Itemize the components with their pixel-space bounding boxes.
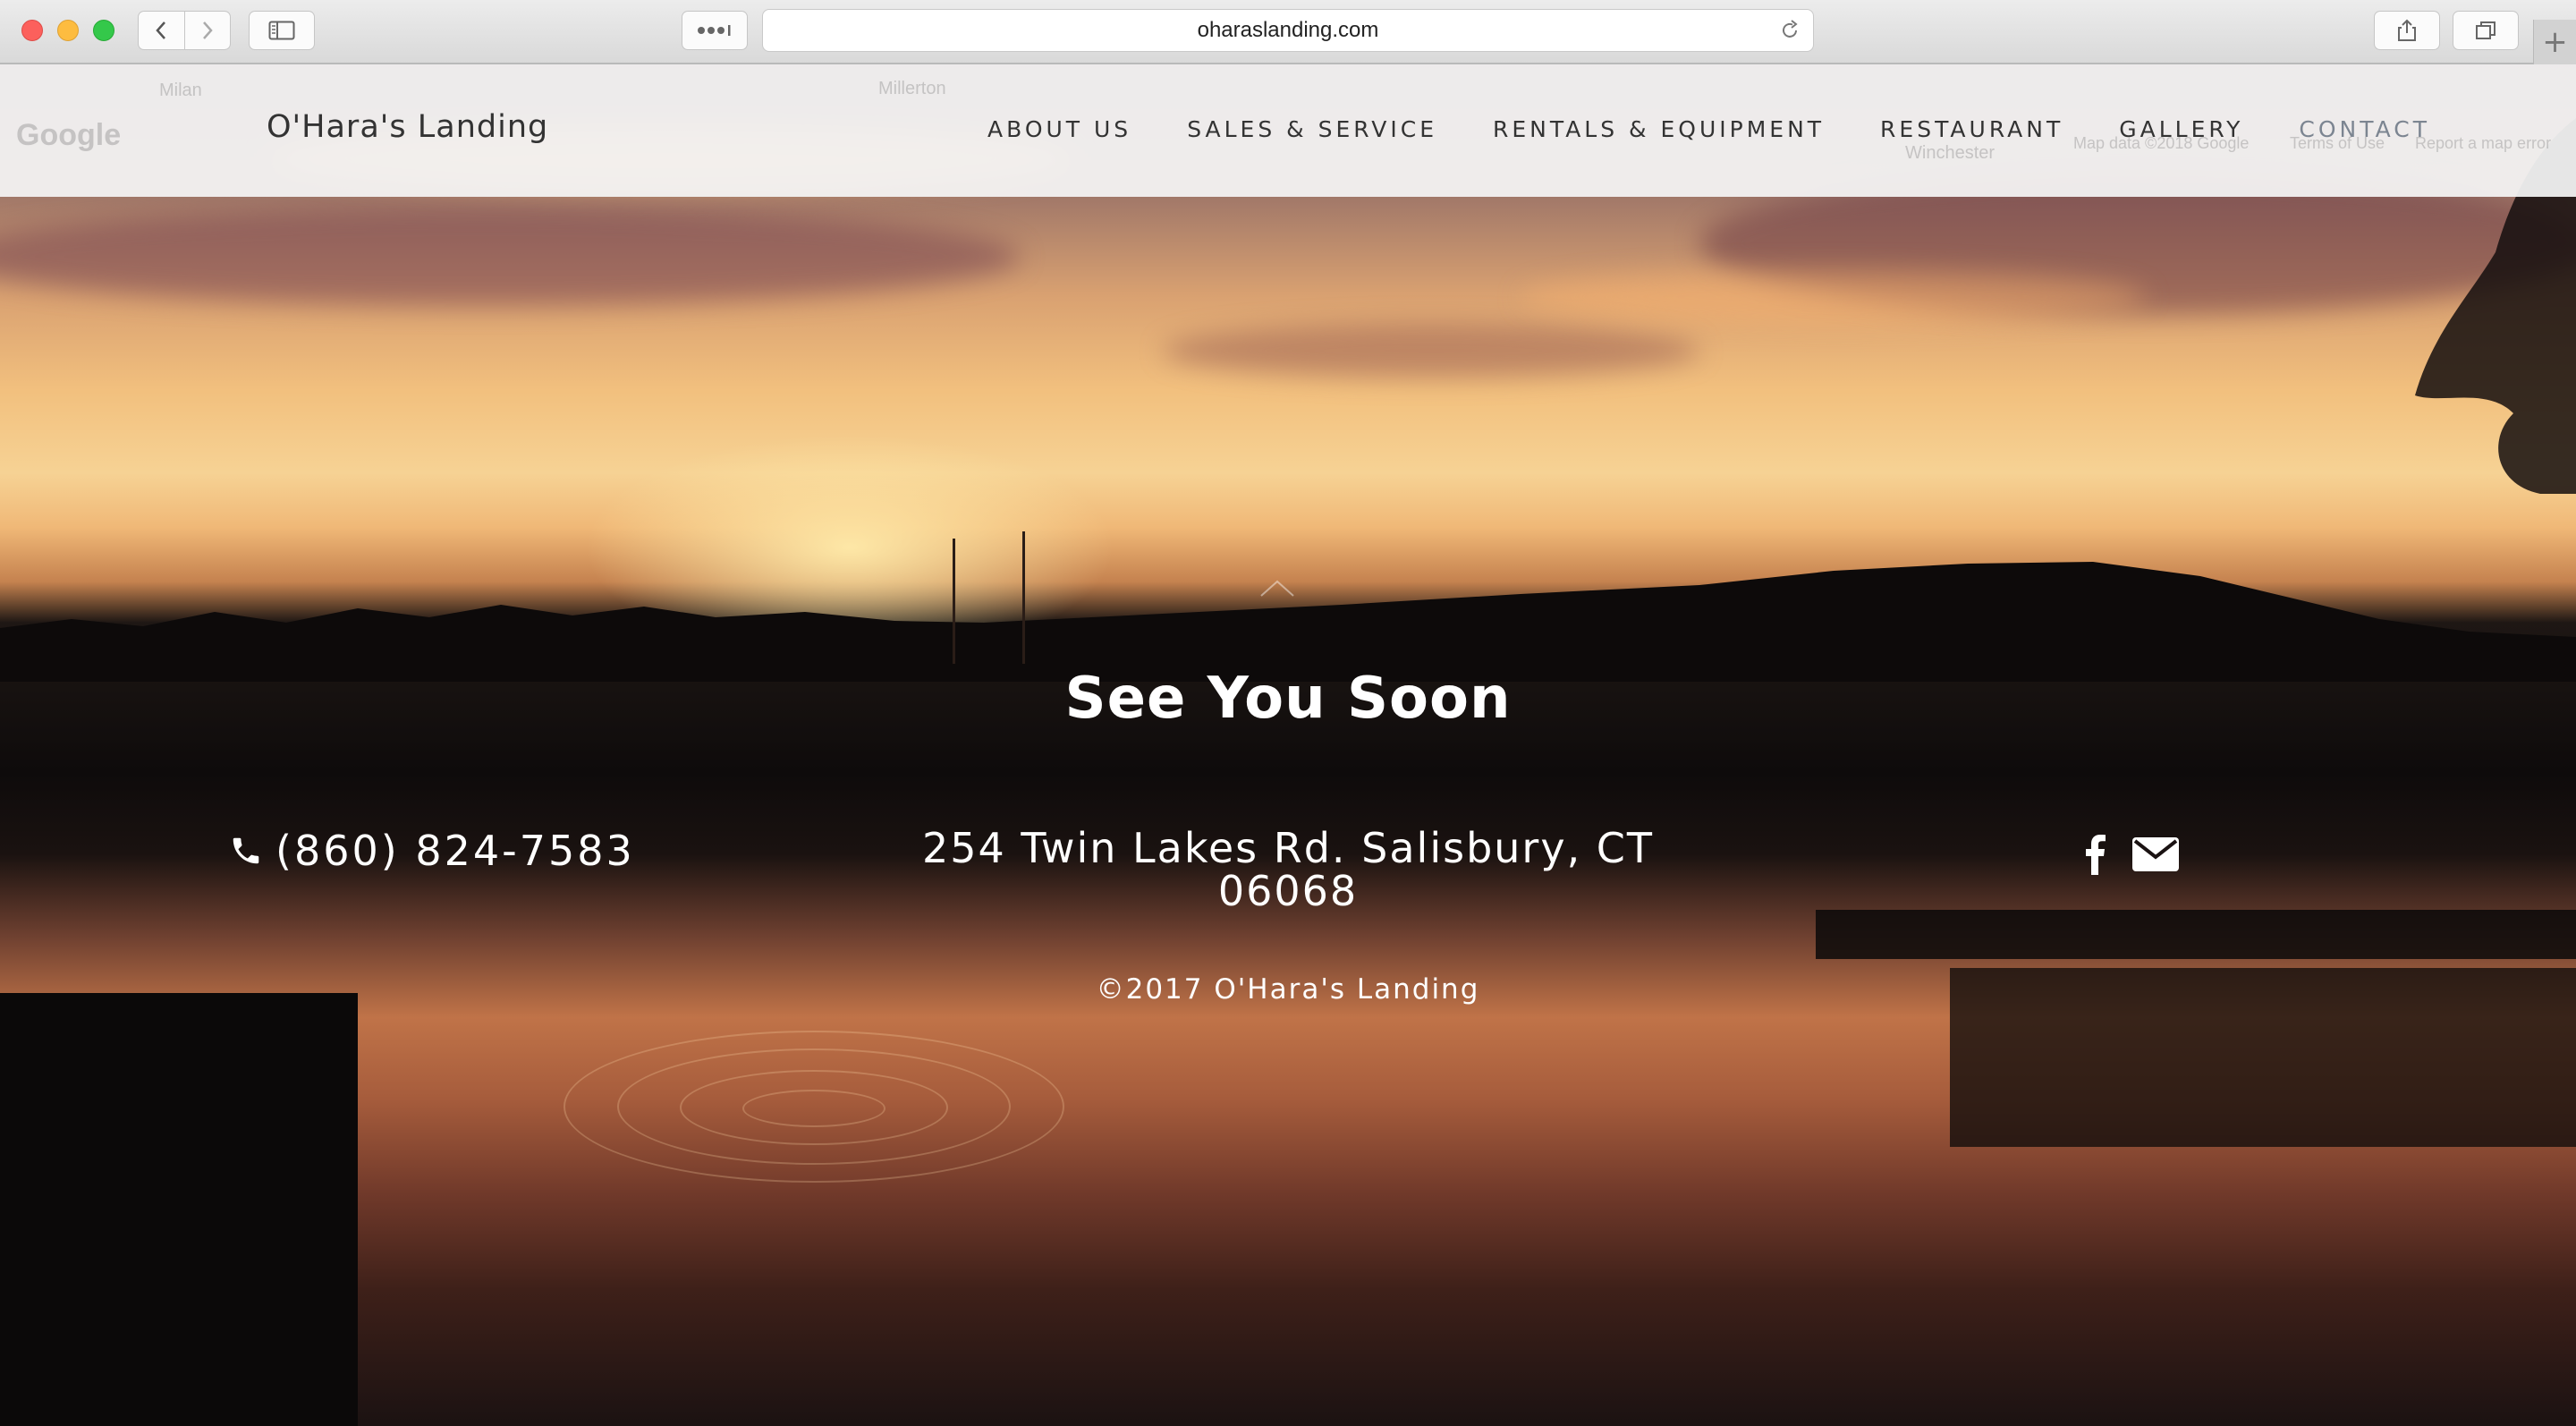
phone-icon (233, 837, 259, 864)
nav-about-us[interactable]: ABOUT US (987, 116, 1131, 142)
reload-icon[interactable] (1779, 20, 1801, 47)
address-text: 254 Twin Lakes Rd. Salisbury, CT 06068 (921, 824, 1655, 915)
map-label: Milan (159, 81, 202, 100)
zoom-window-button[interactable] (93, 20, 114, 41)
share-button[interactable] (2374, 11, 2440, 50)
chevron-left-icon (156, 21, 166, 39)
plus-icon: + (2542, 24, 2568, 60)
copyright-text: ©2017 O'Hara's Landing (1096, 973, 1480, 1006)
nav-sales-service[interactable]: SALES & SERVICE (1187, 116, 1437, 142)
site-header: Milan Millerton Google Winchester Map da… (0, 64, 2576, 197)
tabs-icon (2476, 21, 2496, 39)
web-page: Milan Millerton Google Winchester Map da… (0, 64, 2576, 1426)
map-label: Winchester (1905, 143, 1996, 163)
footer-title: See You Soon (1064, 666, 1512, 732)
sunset-lake-background (0, 64, 2576, 1426)
address-bar[interactable]: oharaslanding.com (762, 9, 1814, 52)
map-google-logo: Google (16, 118, 122, 152)
email-icon[interactable] (2132, 837, 2179, 871)
map-label: Millerton (878, 79, 946, 98)
browser-toolbar: oharaslanding.com + (0, 0, 2576, 64)
close-window-button[interactable] (21, 20, 43, 41)
nav-restaurant[interactable]: RESTAURANT (1880, 116, 2063, 142)
nav-rentals-equipment[interactable]: RENTALS & EQUIPMENT (1493, 116, 1825, 142)
sidebar-toggle-button[interactable] (249, 11, 315, 50)
share-icon (2398, 19, 2416, 41)
sidebar-icon (268, 21, 295, 40)
forward-button[interactable] (183, 12, 231, 49)
map-report-link: Report a map error (2415, 134, 2552, 152)
main-navigation: ABOUT US SALES & SERVICE RENTALS & EQUIP… (987, 116, 2430, 142)
phone-number: (860) 824-7583 (275, 827, 635, 875)
new-tab-button[interactable]: + (2533, 20, 2576, 64)
minimize-window-button[interactable] (57, 20, 79, 41)
history-nav (138, 11, 231, 50)
chevron-up-icon[interactable] (1259, 578, 1295, 598)
reader-options-button[interactable] (682, 11, 748, 50)
site-logo[interactable]: O'Hara's Landing (267, 109, 548, 145)
facebook-icon[interactable] (2084, 834, 2106, 875)
nav-contact[interactable]: CONTACT (2299, 116, 2430, 142)
nav-gallery[interactable]: GALLERY (2119, 116, 2243, 142)
more-dots-icon (698, 25, 731, 36)
url-text: oharaslanding.com (1197, 18, 1379, 42)
show-tabs-button[interactable] (2453, 11, 2519, 50)
social-links (2084, 834, 2179, 875)
phone-contact[interactable]: (860) 824-7583 (229, 827, 635, 875)
chevron-right-icon (202, 21, 213, 39)
back-button[interactable] (139, 12, 184, 49)
